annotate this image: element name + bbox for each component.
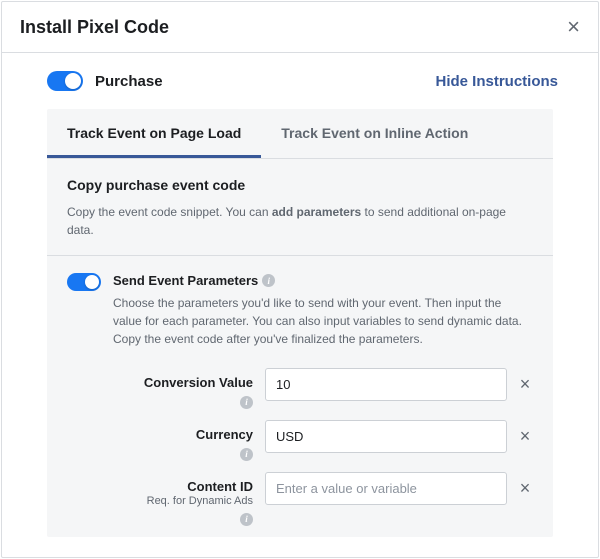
field-row-conversion-value: Conversion Value i ×: [47, 358, 553, 410]
field-label: Currency: [67, 427, 253, 442]
send-params-row: Send Event Parameters i Choose the param…: [47, 256, 553, 352]
send-params-toggle[interactable]: [67, 273, 101, 291]
close-icon[interactable]: ×: [567, 16, 580, 38]
copy-desc: Copy the event code snippet. You can add…: [67, 203, 533, 239]
field-row-content-id: Content ID Req. for Dynamic Ads i ×: [47, 462, 553, 527]
clear-icon[interactable]: ×: [517, 478, 533, 499]
currency-input[interactable]: [265, 420, 507, 453]
info-icon[interactable]: i: [240, 448, 253, 461]
install-pixel-modal: Install Pixel Code × Purchase Hide Instr…: [1, 1, 599, 558]
purchase-toggle[interactable]: [47, 71, 83, 91]
subheader-row: Purchase Hide Instructions: [2, 53, 598, 109]
fields-block: Conversion Value i × Currency i ×: [47, 352, 553, 537]
send-params-title: Send Event Parameters: [113, 273, 258, 288]
send-params-desc: Choose the parameters you'd like to send…: [113, 294, 533, 348]
tab-page-load[interactable]: Track Event on Page Load: [47, 109, 261, 158]
clear-icon[interactable]: ×: [517, 426, 533, 447]
send-params-title-wrap: Send Event Parameters i: [113, 273, 275, 288]
copy-section: Copy purchase event code Copy the event …: [47, 159, 553, 239]
hide-instructions-link[interactable]: Hide Instructions: [435, 73, 558, 90]
content-id-input[interactable]: [265, 472, 507, 505]
info-icon[interactable]: i: [262, 274, 275, 287]
conversion-value-input[interactable]: [265, 368, 507, 401]
clear-icon[interactable]: ×: [517, 374, 533, 395]
field-row-currency: Currency i ×: [47, 410, 553, 462]
purchase-label: Purchase: [95, 73, 163, 90]
modal-header: Install Pixel Code ×: [2, 2, 598, 53]
info-icon[interactable]: i: [240, 513, 253, 526]
field-sublabel: Req. for Dynamic Ads: [67, 495, 253, 507]
copy-desc-pre: Copy the event code snippet. You can: [67, 205, 272, 219]
field-label: Content ID: [67, 479, 253, 494]
tab-inline-action[interactable]: Track Event on Inline Action: [261, 109, 488, 158]
copy-desc-bold: add parameters: [272, 205, 361, 219]
info-icon[interactable]: i: [240, 396, 253, 409]
tabs: Track Event on Page Load Track Event on …: [47, 109, 553, 159]
copy-heading: Copy purchase event code: [67, 177, 533, 193]
config-box: Track Event on Page Load Track Event on …: [47, 109, 553, 537]
modal-title: Install Pixel Code: [20, 17, 169, 38]
field-label: Conversion Value: [67, 375, 253, 390]
